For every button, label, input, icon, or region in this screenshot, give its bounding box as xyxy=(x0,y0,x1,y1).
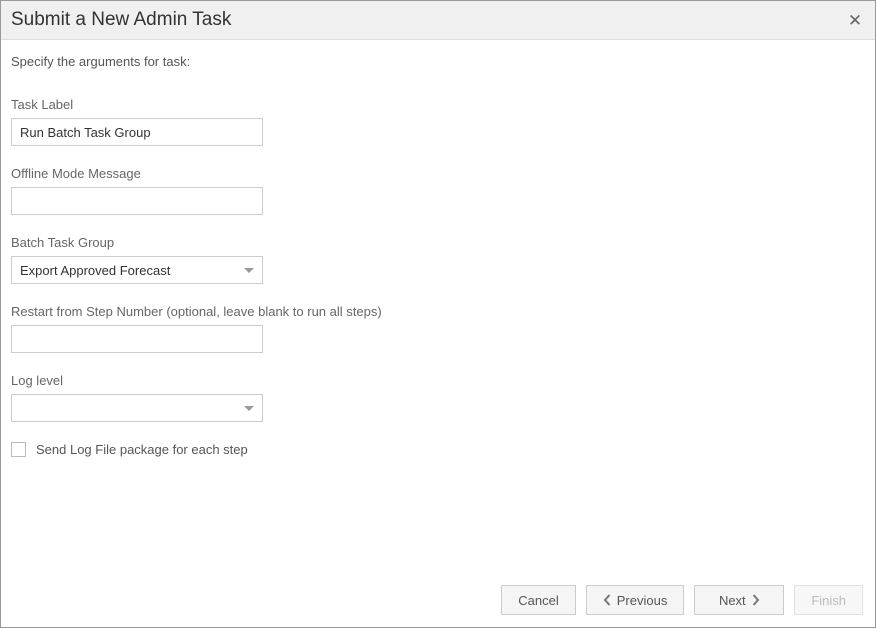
field-batch-task-group: Batch Task Group Export Approved Forecas… xyxy=(11,235,865,284)
next-button[interactable]: Next xyxy=(694,585,784,615)
chevron-down-icon xyxy=(244,268,254,273)
chevron-left-icon xyxy=(603,594,611,606)
next-button-label: Next xyxy=(719,593,746,608)
log-level-label: Log level xyxy=(11,373,865,388)
close-icon: ✕ xyxy=(848,12,862,29)
dialog-body: Specify the arguments for task: Task Lab… xyxy=(1,40,875,575)
log-level-select[interactable] xyxy=(11,394,263,422)
field-task-label: Task Label xyxy=(11,97,865,146)
task-label-input[interactable] xyxy=(11,118,263,146)
field-send-log: Send Log File package for each step xyxy=(11,442,865,457)
batch-task-group-select[interactable]: Export Approved Forecast xyxy=(11,256,263,284)
dialog: Submit a New Admin Task ✕ Specify the ar… xyxy=(0,0,876,628)
task-label-label: Task Label xyxy=(11,97,865,112)
finish-button[interactable]: Finish xyxy=(794,585,863,615)
dialog-footer: Cancel Previous Next Finish xyxy=(1,575,875,627)
field-offline-message: Offline Mode Message xyxy=(11,166,865,215)
dialog-title: Submit a New Admin Task xyxy=(11,9,231,31)
close-button[interactable]: ✕ xyxy=(845,10,865,30)
finish-button-label: Finish xyxy=(811,593,846,608)
batch-task-group-label: Batch Task Group xyxy=(11,235,865,250)
batch-task-group-value: Export Approved Forecast xyxy=(20,263,244,278)
offline-message-input[interactable] xyxy=(11,187,263,215)
send-log-checkbox[interactable] xyxy=(11,442,26,457)
restart-step-label: Restart from Step Number (optional, leav… xyxy=(11,304,865,319)
previous-button-label: Previous xyxy=(617,593,668,608)
restart-step-input[interactable] xyxy=(11,325,263,353)
previous-button[interactable]: Previous xyxy=(586,585,685,615)
instruction-text: Specify the arguments for task: xyxy=(11,54,865,69)
dialog-header: Submit a New Admin Task ✕ xyxy=(1,1,875,40)
cancel-button-label: Cancel xyxy=(518,593,558,608)
send-log-label[interactable]: Send Log File package for each step xyxy=(36,442,248,457)
field-log-level: Log level xyxy=(11,373,865,422)
chevron-down-icon xyxy=(244,406,254,411)
field-restart-step: Restart from Step Number (optional, leav… xyxy=(11,304,865,353)
cancel-button[interactable]: Cancel xyxy=(501,585,575,615)
offline-message-label: Offline Mode Message xyxy=(11,166,865,181)
chevron-right-icon xyxy=(752,594,760,606)
